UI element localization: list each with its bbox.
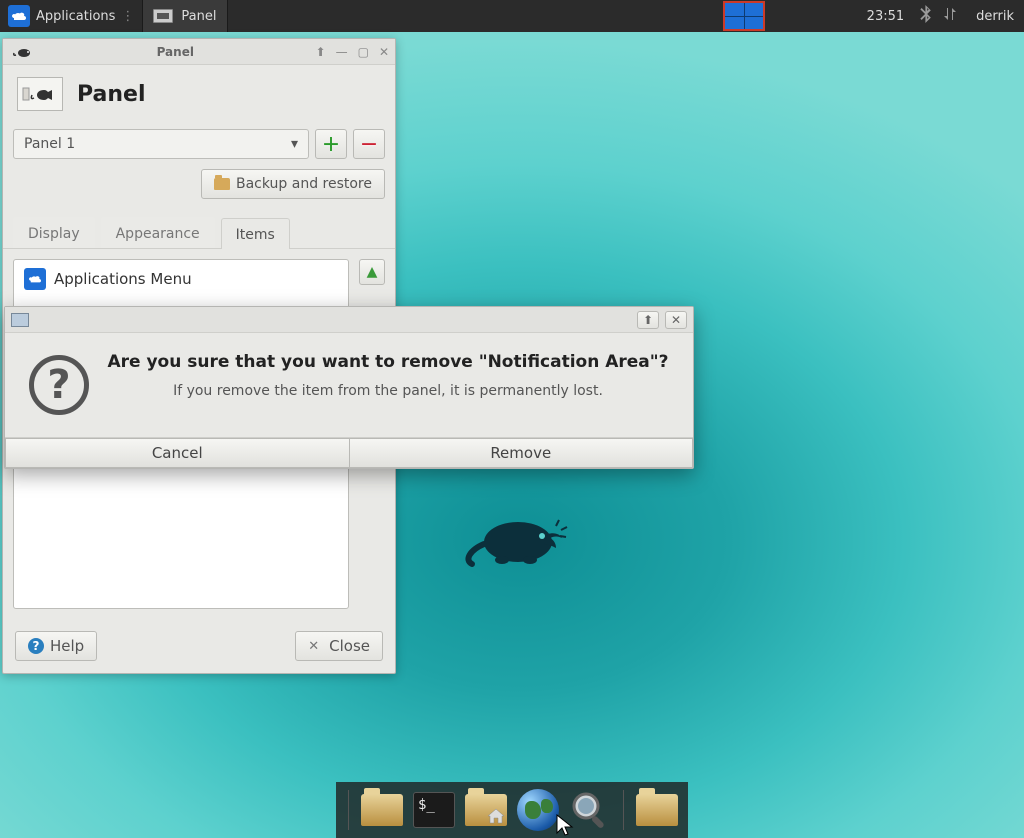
window-header: Panel (3, 65, 395, 129)
close-button[interactable]: ✕ Close (295, 631, 383, 661)
bluetooth-icon[interactable] (920, 5, 932, 27)
xfce-logo-icon (24, 268, 46, 290)
window-titlebar[interactable]: Panel ⬆ — ▢ ✕ (3, 39, 395, 65)
applications-menu-label: Applications (36, 9, 115, 24)
window-keep-above-icon[interactable]: ⬆ (637, 311, 659, 329)
top-panel: Applications ⋮ Panel 23:51 derrik (0, 0, 1024, 32)
items-side-buttons: ▲ (359, 259, 385, 285)
dialog-message: If you remove the item from the panel, i… (107, 383, 669, 399)
dialog-window-controls: ⬆ ✕ (637, 311, 687, 329)
dock-item-web[interactable] (515, 788, 561, 832)
add-panel-button[interactable]: ＋ (315, 129, 347, 159)
wallpaper-mouse-icon (460, 502, 580, 582)
dock-item-search[interactable] (567, 788, 613, 832)
terminal-icon: $_ (413, 792, 455, 828)
help-icon: ? (28, 638, 44, 654)
globe-icon (517, 789, 559, 831)
minus-icon: － (360, 131, 378, 157)
dock-item-home[interactable] (463, 788, 509, 832)
dock-item-terminal[interactable]: $_ (411, 788, 457, 832)
window-close-icon[interactable]: ✕ (379, 45, 389, 59)
help-button[interactable]: ? Help (15, 631, 97, 661)
confirm-remove-dialog: ⬆ ✕ ? Are you sure that you want to remo… (4, 306, 694, 469)
system-tray (912, 5, 966, 27)
dock-item-files2[interactable] (634, 788, 680, 832)
dock-separator (348, 790, 349, 830)
menu-separator-icon: ⋮ (121, 9, 134, 24)
remove-panel-button[interactable]: － (353, 129, 385, 159)
xfce-logo-icon (8, 5, 30, 27)
panel-selector-value: Panel 1 (24, 136, 75, 152)
workspace-switcher[interactable] (725, 3, 763, 29)
tab-display[interactable]: Display (13, 217, 95, 248)
move-item-up-button[interactable]: ▲ (359, 259, 385, 285)
user-menu[interactable]: derrik (966, 9, 1024, 24)
question-icon: ? (29, 355, 89, 415)
backup-restore-button[interactable]: Backup and restore (201, 169, 385, 199)
window-footer: ? Help ✕ Close (3, 619, 395, 673)
window-close-icon[interactable]: ✕ (665, 311, 687, 329)
folder-icon (214, 178, 230, 190)
applications-menu-button[interactable]: Applications ⋮ (0, 0, 142, 32)
list-item[interactable]: Applications Menu (14, 260, 348, 298)
panel-selector-row: Panel 1 ▾ ＋ － (3, 129, 395, 169)
arrow-up-icon: ▲ (367, 264, 378, 280)
taskbar-item-label: Panel (181, 9, 216, 24)
tab-items[interactable]: Items (221, 218, 290, 249)
network-icon[interactable] (942, 6, 958, 26)
dialog-titlebar[interactable]: ⬆ ✕ (5, 307, 693, 333)
dialog-button-row: Cancel Remove (5, 437, 693, 468)
dialog-heading: Are you sure that you want to remove "No… (107, 351, 669, 373)
window-minimize-icon[interactable]: — (336, 45, 348, 59)
panel-selector-combo[interactable]: Panel 1 ▾ (13, 129, 309, 159)
dock-separator (623, 790, 624, 830)
magnifier-icon (569, 789, 611, 831)
dock-item-files[interactable] (359, 788, 405, 832)
tab-appearance[interactable]: Appearance (101, 217, 215, 248)
panel-header-icon (17, 77, 63, 111)
backup-restore-label: Backup and restore (236, 176, 372, 192)
window-maximize-icon[interactable]: ▢ (358, 45, 369, 59)
window-keep-above-icon[interactable]: ⬆ (316, 45, 326, 59)
close-icon: ✕ (308, 639, 319, 654)
panel-settings-icon (153, 9, 173, 23)
folder-icon (361, 794, 403, 826)
folder-home-icon (465, 794, 507, 826)
dialog-body: ? Are you sure that you want to remove "… (5, 333, 693, 437)
list-item-label: Applications Menu (54, 270, 192, 288)
dialog-window-icon (11, 313, 29, 327)
plus-icon: ＋ (322, 131, 340, 157)
tab-bar: Display Appearance Items (3, 217, 395, 249)
bottom-dock: $_ (336, 782, 688, 838)
folder-icon (636, 794, 678, 826)
help-label: Help (50, 637, 84, 655)
window-heading: Panel (77, 82, 146, 107)
remove-button[interactable]: Remove (349, 438, 694, 468)
chevron-down-icon: ▾ (291, 136, 298, 152)
clock[interactable]: 23:51 (859, 9, 912, 24)
close-label: Close (329, 637, 370, 655)
taskbar-item-panel[interactable]: Panel (142, 0, 227, 32)
window-controls: ⬆ — ▢ ✕ (316, 45, 389, 59)
window-icon (9, 45, 35, 59)
window-title: Panel (35, 45, 316, 59)
cancel-button[interactable]: Cancel (5, 438, 349, 468)
